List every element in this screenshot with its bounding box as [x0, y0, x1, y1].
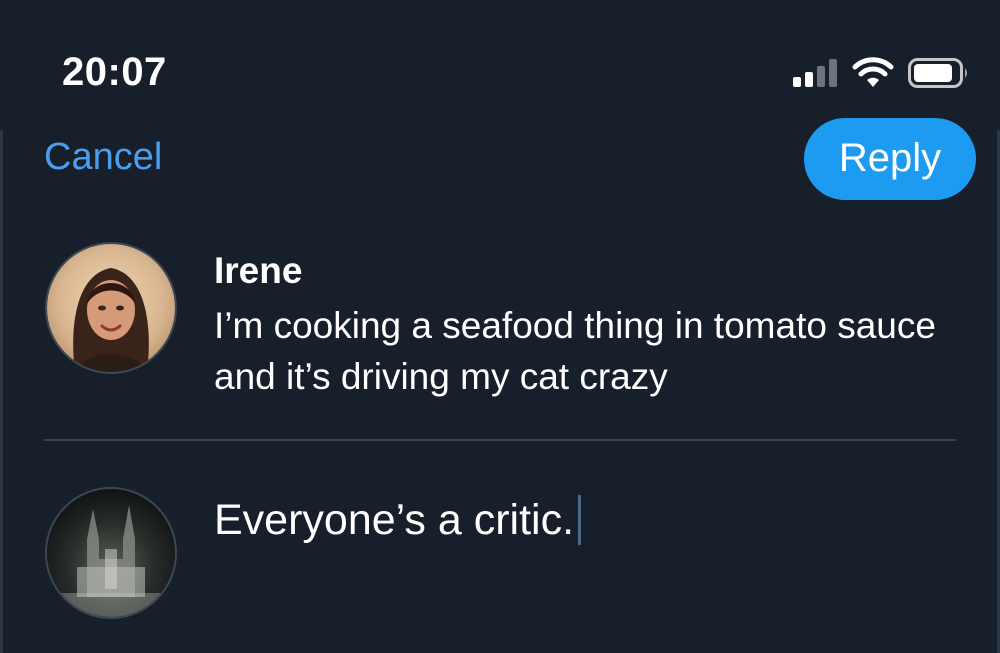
- text-caret: [578, 495, 582, 545]
- status-time: 20:07: [62, 50, 167, 94]
- cancel-button[interactable]: Cancel: [44, 136, 162, 179]
- reply-button[interactable]: Reply: [804, 118, 976, 200]
- sheet-edge-left: [0, 130, 3, 653]
- signal-icon: [793, 59, 837, 87]
- wifi-icon: [852, 57, 894, 87]
- battery-icon: [908, 58, 967, 88]
- own-avatar-photo: [47, 489, 175, 617]
- reply-input[interactable]: Everyone’s a critic.: [214, 490, 954, 550]
- divider: [44, 439, 956, 441]
- author-avatar[interactable]: [45, 242, 177, 374]
- reply-input-text: Everyone’s a critic.: [214, 495, 575, 544]
- reply-screen: 20:07 Cancel Reply Irene I’m cooking a s…: [0, 0, 1000, 653]
- own-avatar[interactable]: [45, 487, 177, 619]
- tweet-author-name: Irene: [214, 250, 303, 291]
- status-bar: 20:07: [0, 0, 1000, 130]
- tweet-text: I’m cooking a seafood thing in tomato sa…: [214, 305, 936, 397]
- author-avatar-photo: [47, 244, 175, 372]
